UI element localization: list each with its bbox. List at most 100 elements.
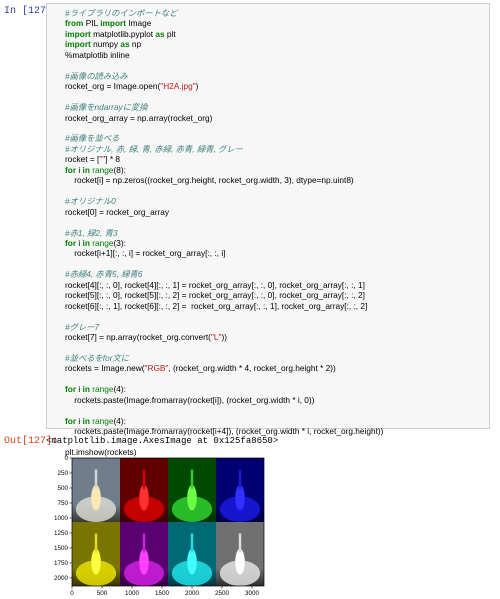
code-token: (4): bbox=[113, 384, 126, 395]
code-token: numpy bbox=[90, 39, 121, 50]
y-tick-label: 750 bbox=[57, 500, 68, 507]
code-token: #赤緑4, 赤青5, 緑青6 bbox=[65, 269, 143, 280]
code-token: from bbox=[65, 18, 84, 29]
code-token: ] * 8 bbox=[105, 154, 121, 165]
code-line: #ライブラリのインポートなど bbox=[65, 8, 177, 18]
code-token: rockets.paste(Image.fromarray(rocket[i])… bbox=[65, 394, 315, 405]
code-token: import bbox=[100, 18, 127, 29]
code-token: import bbox=[65, 39, 91, 50]
y-tick-label: 1000 bbox=[54, 515, 69, 522]
code-line: %matplotlib inline bbox=[65, 50, 130, 60]
code-line: #画像を並べる bbox=[65, 133, 119, 143]
code-token: #画像を並べる bbox=[65, 133, 120, 144]
rocket-body-red-blue bbox=[142, 533, 146, 553]
code-token: )) bbox=[221, 332, 227, 343]
code-token: #オリジナル0 bbox=[65, 196, 116, 207]
x-tick-label: 500 bbox=[97, 590, 108, 597]
rocket-body-green-blue bbox=[190, 533, 194, 553]
code-line: rockets.paste(Image.fromarray(rocket[i+4… bbox=[65, 426, 383, 436]
rocket-body-red-green bbox=[94, 533, 98, 553]
code-token: rockets = Image.new( bbox=[65, 363, 145, 374]
x-tick-label: 2500 bbox=[215, 590, 230, 597]
code-token: rocket_org = Image.open( bbox=[65, 81, 161, 92]
code-line: #グレー7 bbox=[65, 322, 99, 332]
code-token: range bbox=[92, 164, 114, 175]
code-line: rockets = Image.new("RGB", (rocket_org.w… bbox=[65, 363, 336, 373]
code-line: #オリジナル0 bbox=[65, 196, 116, 206]
code-line: import matplotlib.pyplot as plt bbox=[65, 29, 176, 39]
y-tick-label: 250 bbox=[57, 470, 68, 477]
code-token: , (rocket_org.width * 4, rocket_org.heig… bbox=[168, 363, 336, 374]
code-token: for bbox=[65, 237, 77, 248]
y-tick-label: 1250 bbox=[54, 530, 69, 537]
code-token: %matplotlib inline bbox=[65, 49, 130, 60]
y-tick-label: 1750 bbox=[54, 560, 69, 567]
code-token: ) bbox=[195, 81, 199, 92]
code-token: rocket_org_array = np.array(rocket_org) bbox=[65, 112, 213, 123]
rocket-body-gray bbox=[238, 533, 242, 553]
code-line: rocket[5][:, :, 0], rocket[5][:, :, 2] =… bbox=[65, 290, 365, 300]
code-line: import numpy as np bbox=[65, 39, 141, 49]
code-token: in bbox=[82, 384, 90, 395]
code-line: rocket = [""] * 8 bbox=[65, 154, 120, 164]
code-token: rocket[i+1][:, :, i] = rocket_org_array[… bbox=[65, 248, 226, 259]
code-line: for i in range(4): bbox=[65, 416, 126, 426]
code-line: from PIL import Image bbox=[65, 18, 151, 28]
code-token: rocket = [ bbox=[65, 154, 100, 165]
x-tick-label: 1500 bbox=[155, 590, 170, 597]
y-tick-label: 2000 bbox=[54, 575, 69, 582]
code-token: plt bbox=[164, 28, 176, 39]
rocket-body-red bbox=[142, 469, 146, 489]
code-token: rocket[6][:, :, 1], rocket[6][:, :, 2] =… bbox=[65, 300, 368, 311]
code-line: rocket[7] = np.array(rocket_org.convert(… bbox=[65, 332, 227, 342]
code-token: #オリジナル, 赤, 緑, 青, 赤緑, 赤青, 緑青, グレー bbox=[65, 143, 243, 154]
code-line: #オリジナル, 赤, 緑, 青, 赤緑, 赤青, 緑青, グレー bbox=[65, 144, 243, 154]
code-token: #画像の読み込み bbox=[65, 70, 128, 81]
code-token: range bbox=[92, 415, 114, 426]
code-token: np bbox=[129, 39, 142, 50]
code-token: "H2A.jpg" bbox=[160, 81, 196, 92]
code-token: rocket[0] = rocket_org_array bbox=[65, 206, 169, 217]
code-token: matplotlib.pyplot bbox=[90, 28, 156, 39]
x-tick-label: 2000 bbox=[185, 590, 200, 597]
code-line: for i in range(3): bbox=[65, 238, 126, 248]
x-tick-label: 3000 bbox=[245, 590, 260, 597]
code-token: rockets.paste(Image.fromarray(rocket[i+4… bbox=[65, 426, 384, 437]
code-token: rocket[4][:, :, 0], rocket[4][:, :, 1] =… bbox=[65, 279, 365, 290]
code-line: for i in range(8): bbox=[65, 165, 126, 175]
code-token: (8): bbox=[113, 164, 126, 175]
code-token: #グレー7 bbox=[65, 321, 100, 332]
code-token: as bbox=[120, 39, 130, 50]
code-token: in bbox=[82, 237, 90, 248]
code-token: #並べるをfor文に bbox=[65, 352, 130, 363]
code-token: #ライブラリのインポートなど bbox=[65, 8, 178, 18]
y-tick-label: 1500 bbox=[54, 545, 69, 552]
code-line: rocket[0] = rocket_org_array bbox=[65, 207, 169, 217]
y-tick-label: 500 bbox=[57, 485, 68, 492]
code-token: rocket[i] = np.zeros((rocket_org.height,… bbox=[65, 175, 354, 186]
code-line: rocket_org_array = np.array(rocket_org) bbox=[65, 113, 212, 123]
code-token: Image bbox=[126, 18, 152, 29]
code-token: in bbox=[82, 164, 90, 175]
code-line: rocket[i] = np.zeros((rocket_org.height,… bbox=[65, 175, 354, 186]
code-token: for bbox=[65, 384, 77, 395]
code-token: #画像をndarrayに変換 bbox=[65, 102, 148, 113]
output-repr: <matplotlib.image.AxesImage at 0x125fa86… bbox=[46, 436, 279, 446]
code-line: #赤1, 緑2, 青3 bbox=[65, 228, 118, 238]
code-token: in bbox=[82, 415, 90, 426]
rocket-body-original bbox=[94, 469, 98, 489]
code-token: range bbox=[92, 384, 114, 395]
code-token: for bbox=[65, 415, 77, 426]
code-line: #赤緑4, 赤青5, 緑青6 bbox=[65, 269, 142, 279]
code-line: for i in range(4): bbox=[65, 384, 126, 394]
code-token: "RGB" bbox=[144, 363, 169, 374]
code-token: #赤1, 緑2, 青3 bbox=[65, 227, 118, 238]
x-tick-label: 0 bbox=[70, 590, 74, 597]
code-token: (4): bbox=[113, 415, 126, 426]
rocket-body-green bbox=[190, 469, 194, 489]
code-line: #画像をndarrayに変換 bbox=[65, 102, 148, 112]
code-editor[interactable]: #ライブラリのインポートなど from PIL import Image imp… bbox=[65, 8, 383, 457]
code-token: as bbox=[155, 28, 165, 39]
code-cell[interactable]: #ライブラリのインポートなど from PIL import Image imp… bbox=[46, 3, 490, 457]
code-token: range bbox=[92, 237, 114, 248]
